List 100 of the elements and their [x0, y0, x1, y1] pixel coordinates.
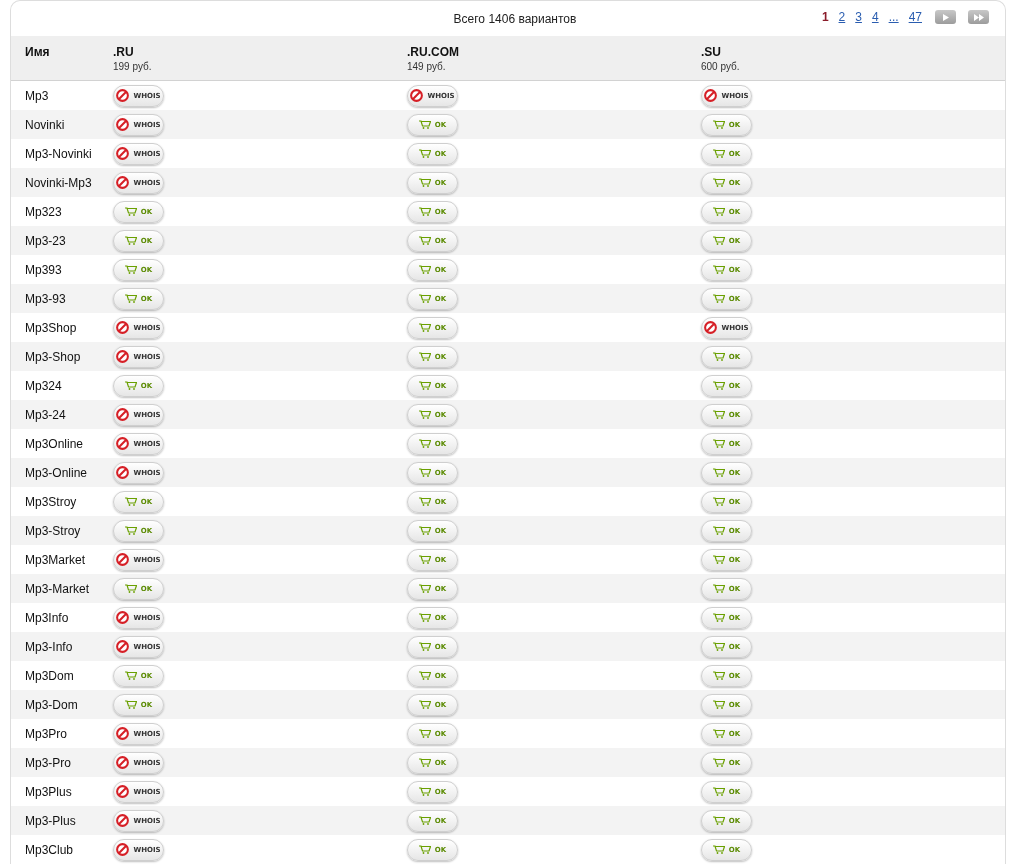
cart-icon [712, 758, 725, 767]
results-count: Всего 1406 вариантов [452, 11, 577, 26]
domain-name: Mp3-23 [24, 233, 66, 248]
prohibited-icon [704, 89, 718, 102]
domain-name: Mp3Plus [24, 784, 72, 799]
cart-icon [712, 584, 725, 593]
cart-icon [418, 700, 431, 709]
column-price: 600 руб. [701, 61, 740, 72]
cart-icon [712, 381, 725, 390]
domain-name: Mp323 [24, 204, 62, 219]
cart-icon [124, 294, 137, 303]
cart-icon [712, 265, 725, 274]
cart-icon [124, 265, 137, 274]
cart-icon [712, 555, 725, 564]
prohibited-icon [116, 437, 130, 450]
domain-name: Mp3 [24, 88, 49, 103]
prohibited-icon [116, 553, 130, 566]
prohibited-icon [116, 756, 130, 769]
cart-icon [712, 816, 725, 825]
domain-name: Mp3Stroy [24, 494, 77, 509]
cart-icon [418, 149, 431, 158]
domain-name: Mp3Online [24, 436, 84, 451]
domain-name: Mp3-Novinki [24, 146, 92, 161]
prohibited-icon [116, 611, 130, 624]
page-link[interactable]: 1 [820, 10, 830, 24]
cart-icon [712, 410, 725, 419]
prohibited-icon [116, 147, 130, 160]
domain-name: Mp3-Pro [24, 755, 71, 770]
cart-icon [712, 120, 725, 129]
cart-icon [418, 236, 431, 245]
page-link[interactable]: 3 [854, 10, 863, 24]
cart-icon [418, 729, 431, 738]
cart-icon [124, 497, 137, 506]
column-price: 149 руб. [407, 61, 446, 72]
prohibited-icon [116, 843, 130, 856]
cart-icon [418, 816, 431, 825]
cart-icon [418, 468, 431, 477]
cart-icon [712, 729, 725, 738]
domain-name: Mp393 [24, 262, 62, 277]
prohibited-icon [116, 640, 130, 653]
prohibited-icon [116, 89, 130, 102]
cart-icon [124, 584, 137, 593]
last-page-button[interactable] [968, 10, 989, 24]
cart-icon [712, 439, 725, 448]
domain-name: Mp3Shop [24, 320, 77, 335]
cart-icon [418, 207, 431, 216]
cart-icon [418, 613, 431, 622]
fast-forward-icon [973, 13, 984, 21]
domain-name: Mp3-24 [24, 407, 66, 422]
domain-name: Mp3-Plus [24, 813, 76, 828]
domain-name: Mp3-Info [24, 639, 73, 654]
prohibited-icon [116, 350, 130, 363]
cart-icon [418, 555, 431, 564]
prohibited-icon [116, 321, 130, 334]
domain-name: Mp3Market [24, 552, 86, 567]
domain-name: Novinki [24, 117, 65, 132]
prohibited-icon [116, 408, 130, 421]
prohibited-icon [116, 814, 130, 827]
prohibited-icon [410, 89, 424, 102]
cart-icon [418, 845, 431, 854]
cart-icon [712, 178, 725, 187]
prohibited-icon [116, 118, 130, 131]
cart-icon [712, 352, 725, 361]
cart-icon [418, 410, 431, 419]
next-page-button[interactable] [935, 10, 956, 24]
column-header: .RU [113, 45, 134, 59]
cart-icon [712, 497, 725, 506]
cart-icon [418, 352, 431, 361]
page-link[interactable]: 47 [907, 10, 923, 24]
page-link[interactable]: 2 [837, 10, 847, 24]
cart-icon [712, 236, 725, 245]
cart-icon [418, 497, 431, 506]
cart-icon [124, 671, 137, 680]
cart-icon [124, 526, 137, 535]
cart-icon [418, 758, 431, 767]
cart-icon [124, 700, 137, 709]
domain-name: Mp3Info [24, 610, 69, 625]
prohibited-icon [116, 727, 130, 740]
cart-icon [418, 178, 431, 187]
cart-icon [712, 613, 725, 622]
cart-icon [124, 207, 137, 216]
column-header: .SU [701, 45, 721, 59]
prohibited-icon [116, 176, 130, 189]
domain-name: Novinki-Mp3 [24, 175, 92, 190]
cart-icon [418, 294, 431, 303]
domain-name: Mp3-Online [24, 465, 88, 480]
domain-name: Mp3-93 [24, 291, 66, 306]
column-header: Имя [25, 45, 50, 59]
cart-icon [124, 236, 137, 245]
domain-name: Mp3Club [24, 842, 74, 857]
page-link[interactable]: ... [887, 10, 900, 24]
cart-icon [712, 526, 725, 535]
domain-name: Mp3-Shop [24, 349, 81, 364]
prohibited-icon [116, 785, 130, 798]
domain-name: Mp3-Stroy [24, 523, 81, 538]
cart-icon [418, 381, 431, 390]
cart-icon [418, 787, 431, 796]
cart-icon [712, 671, 725, 680]
cart-icon [712, 787, 725, 796]
page-link[interactable]: 4 [870, 10, 880, 24]
